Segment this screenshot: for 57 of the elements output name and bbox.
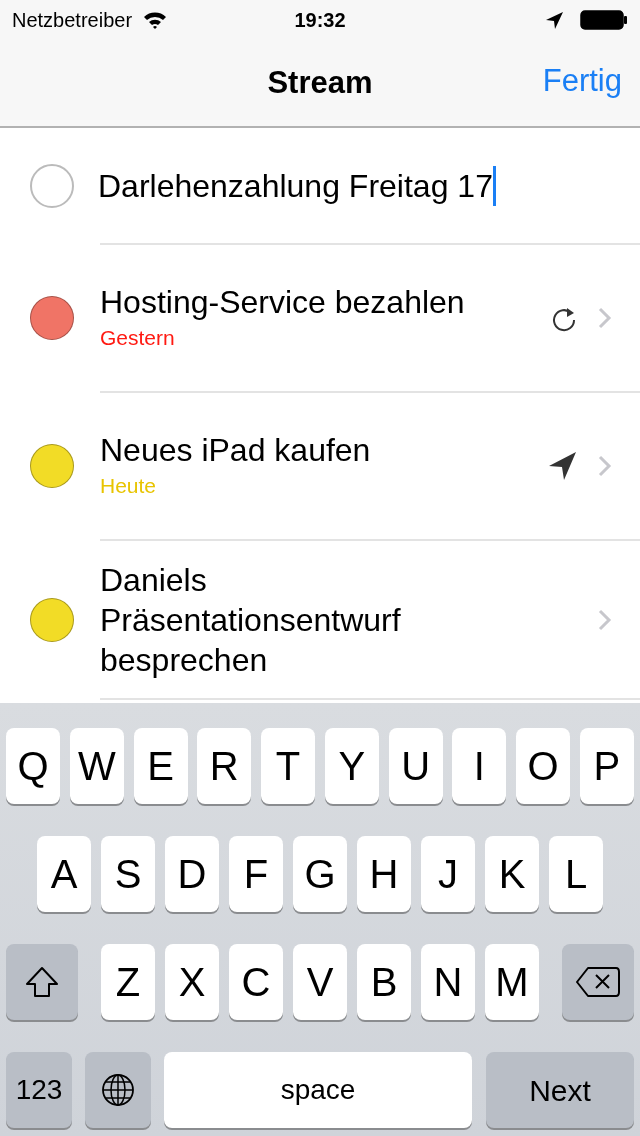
letter-key[interactable]: T xyxy=(261,728,316,804)
letter-key[interactable]: Y xyxy=(324,728,379,804)
letter-key[interactable]: D xyxy=(165,836,219,912)
carrier-name: Netzbetreiber xyxy=(12,8,133,33)
letter-key[interactable]: F xyxy=(229,836,283,912)
letter-key[interactable]: C xyxy=(229,944,283,1020)
task-title: Hosting-Service bezahlen xyxy=(100,283,466,323)
letter-key[interactable]: W xyxy=(69,728,124,804)
empty-circle-icon xyxy=(30,163,74,208)
letter-key[interactable]: J xyxy=(421,836,475,912)
letter-key[interactable]: X xyxy=(165,944,219,1020)
due-date: Heute xyxy=(100,473,158,500)
letter-key[interactable]: O xyxy=(516,728,571,804)
letter-key[interactable]: U xyxy=(388,728,443,804)
chevron-icon xyxy=(598,608,612,631)
chevron-icon xyxy=(598,455,612,477)
task-row[interactable]: Daniels Präsentationsentwurf besprechen xyxy=(0,541,640,698)
letter-key[interactable]: P xyxy=(579,728,634,804)
done-button[interactable]: Fertig xyxy=(542,62,622,100)
numbers-key[interactable]: 123 xyxy=(6,1052,72,1128)
delete-key[interactable] xyxy=(562,944,634,1020)
wifi-icon xyxy=(142,10,169,30)
letter-key[interactable]: E xyxy=(133,728,188,804)
screen-title: Stream xyxy=(267,63,373,102)
letter-key[interactable]: I xyxy=(452,728,507,804)
letter-key[interactable]: H xyxy=(357,836,411,912)
shift-key[interactable] xyxy=(6,944,78,1020)
letter-key[interactable]: M xyxy=(485,944,539,1020)
letter-key[interactable]: K xyxy=(485,836,539,912)
letter-key[interactable]: Z xyxy=(101,944,155,1020)
letter-key[interactable]: G xyxy=(293,836,347,912)
location-arrow-icon xyxy=(548,451,578,481)
task-title: Daniels Präsentationsentwurf besprechen xyxy=(100,560,402,680)
next-key[interactable]: Next xyxy=(486,1052,634,1128)
text-cursor xyxy=(492,165,496,206)
globe-icon xyxy=(101,1073,135,1107)
due-date: Gestern xyxy=(100,325,176,352)
letter-key[interactable]: S xyxy=(101,836,155,912)
battery-icon xyxy=(580,10,628,30)
letter-key[interactable]: N xyxy=(421,944,475,1020)
task-row[interactable]: Neues iPad kaufen Heute xyxy=(0,393,640,539)
clock-time: 19:32 xyxy=(294,8,346,33)
delete-icon xyxy=(576,966,620,998)
chevron-icon xyxy=(598,307,612,329)
letter-key[interactable]: R xyxy=(197,728,252,804)
shift-icon xyxy=(24,965,60,999)
task-input-text[interactable]: Darlehenzahlung Freitag 17 xyxy=(98,165,493,206)
task-title: Neues iPad kaufen xyxy=(100,431,372,471)
letter-key[interactable]: Q xyxy=(6,728,60,804)
letter-key[interactable]: V xyxy=(293,944,347,1020)
task-row[interactable]: Hosting-Service bezahlen Gestern xyxy=(0,245,640,391)
space-key[interactable]: space xyxy=(164,1052,472,1128)
letter-key[interactable]: L xyxy=(549,836,603,912)
location-arrow-icon xyxy=(545,10,564,30)
letter-key[interactable]: B xyxy=(357,944,411,1020)
globe-key[interactable] xyxy=(85,1052,151,1128)
letter-key[interactable]: A xyxy=(37,836,91,912)
